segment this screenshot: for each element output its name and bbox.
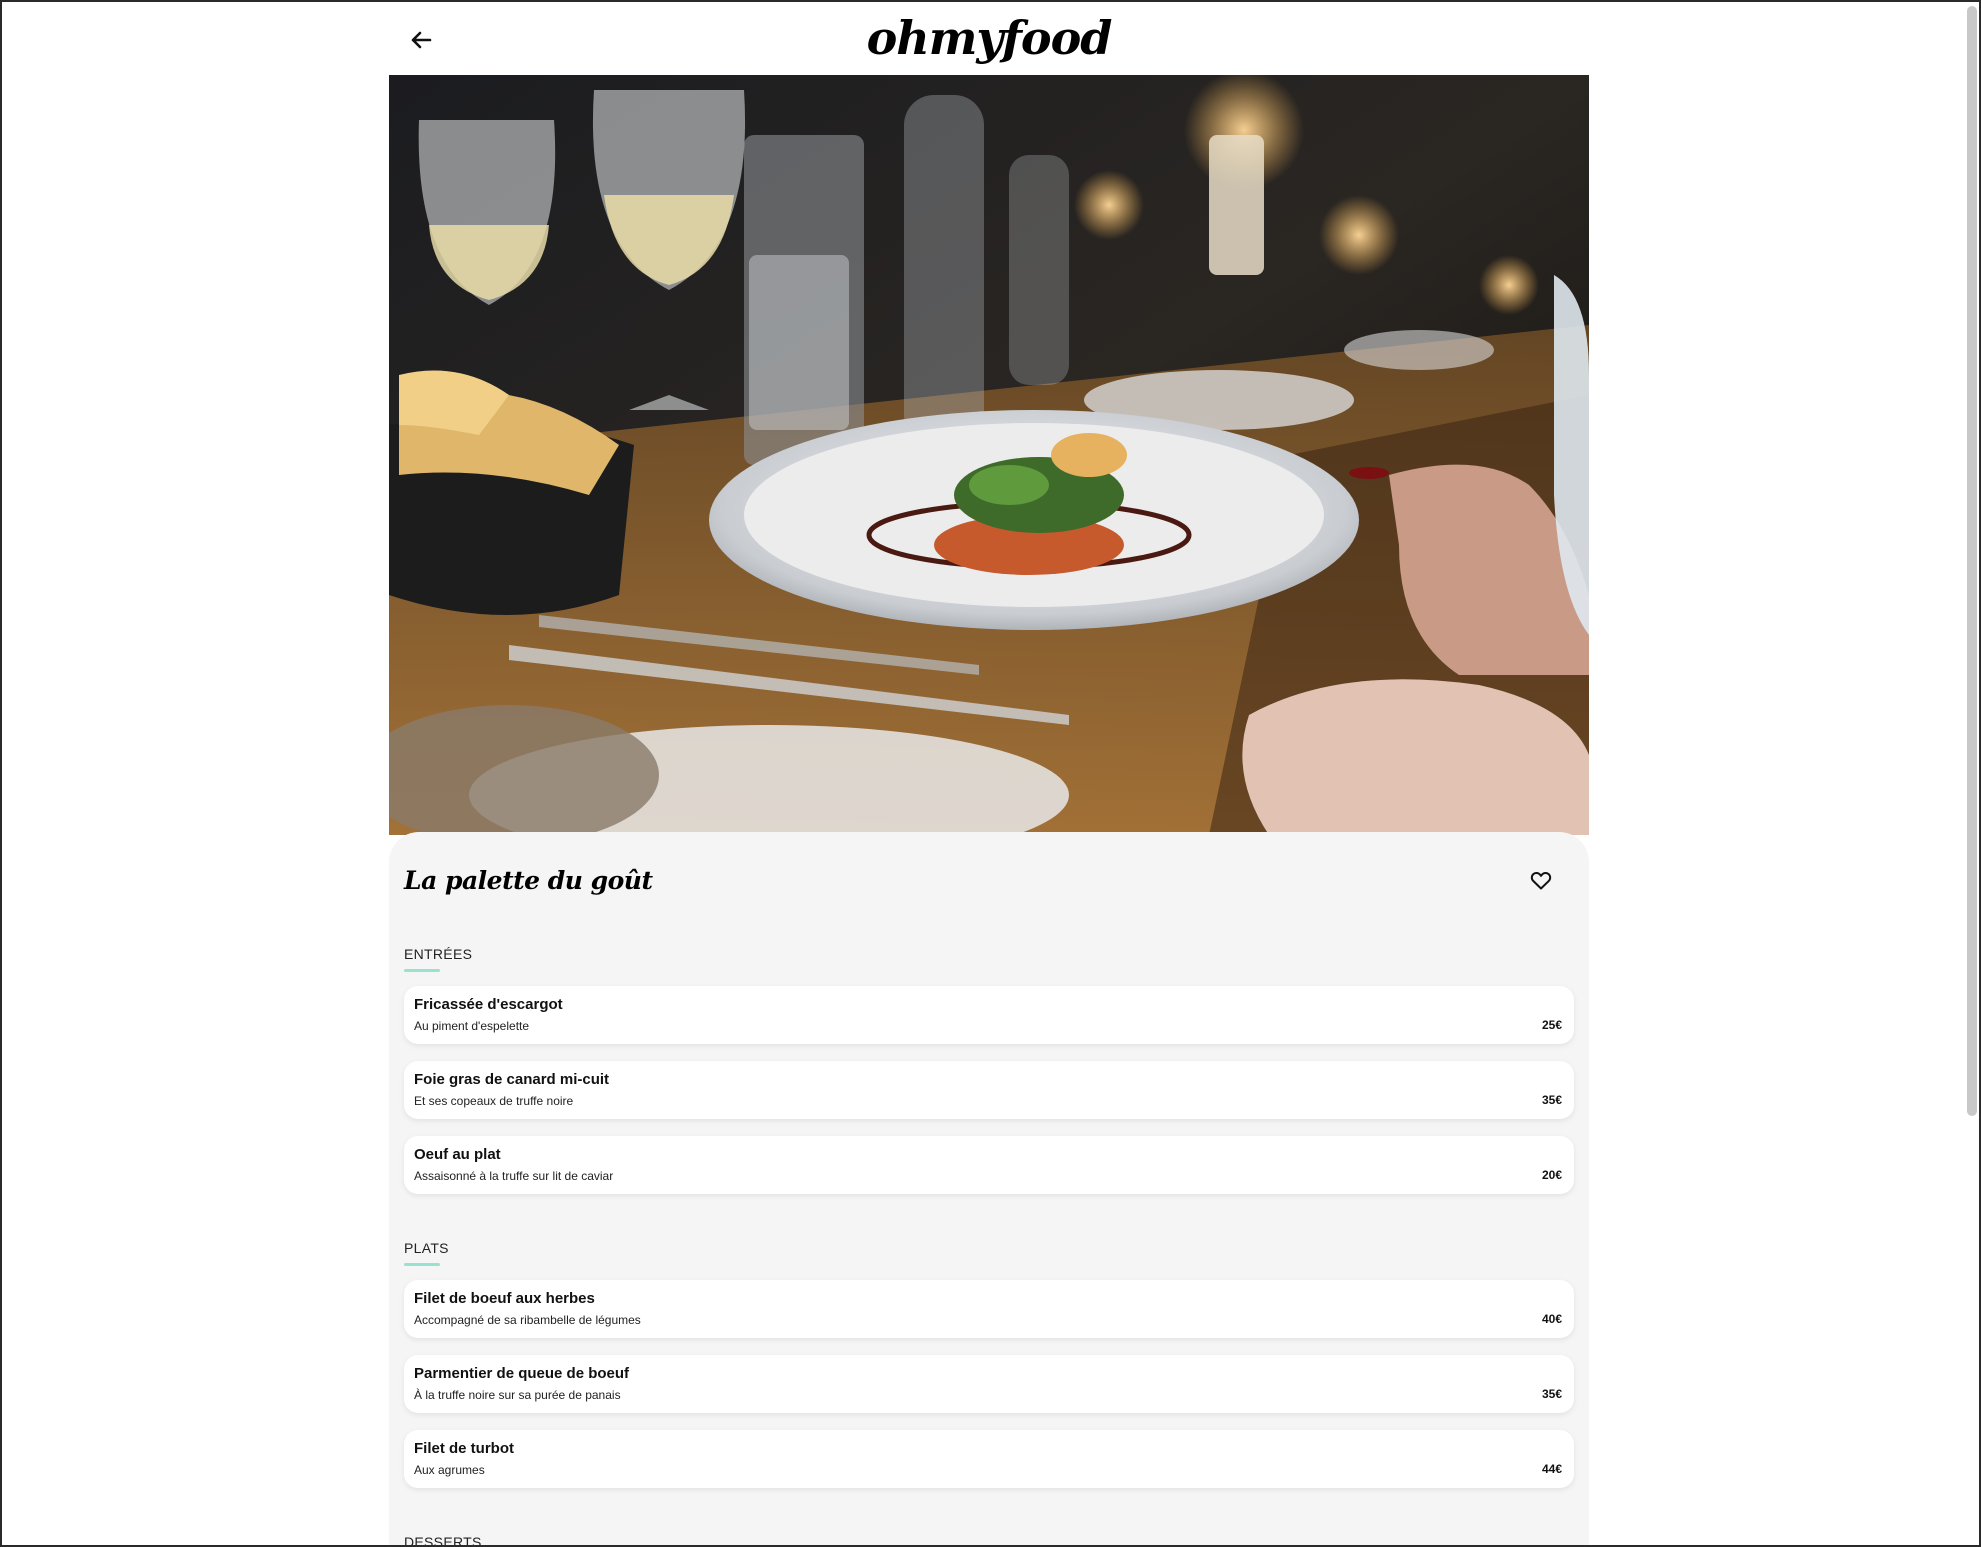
menu-item-name: Oeuf au plat <box>414 1146 501 1163</box>
menu-item[interactable]: Oeuf au plat Assaisonné à la truffe sur … <box>404 1136 1574 1194</box>
scrollbar[interactable] <box>1967 6 1977 1116</box>
page: ohmyfood La palette du goût ENTRÉES Fric… <box>0 0 1981 1547</box>
menu-item-description: Aux agrumes <box>414 1463 485 1477</box>
menu-item-price: 25€ <box>1541 1018 1562 1032</box>
menu-item-price: 40€ <box>1541 1312 1562 1326</box>
menu-item-description: À la truffe noire sur sa purée de panais <box>414 1388 621 1402</box>
menu-item-name: Filet de turbot <box>414 1440 514 1457</box>
section-title-plats: PLATS <box>404 1240 449 1256</box>
heart-outline-icon <box>1530 871 1552 890</box>
menu-item-name: Filet de boeuf aux herbes <box>414 1290 595 1307</box>
menu-item-description: Accompagné de sa ribambelle de légumes <box>414 1313 641 1327</box>
menu-item[interactable]: Filet de turbot Aux agrumes 44€ <box>404 1430 1574 1488</box>
menu-item-price: 20€ <box>1541 1168 1562 1182</box>
menu-panel: La palette du goût ENTRÉES Fricassée d'e… <box>389 832 1589 1547</box>
menu-item-description: Au piment d'espelette <box>414 1019 530 1033</box>
menu-item[interactable]: Parmentier de queue de boeuf À la truffe… <box>404 1355 1574 1413</box>
menu-item-price: 35€ <box>1541 1387 1562 1401</box>
menu-item-price: 35€ <box>1541 1093 1562 1107</box>
hero-image <box>389 75 1589 835</box>
menu-item-name: Foie gras de canard mi-cuit <box>414 1071 610 1088</box>
section-title-desserts: DESSERTS <box>404 1534 482 1547</box>
menu-item-price: 44€ <box>1541 1462 1562 1476</box>
section-underline <box>404 1263 440 1266</box>
menu-item-description: Assaisonné à la truffe sur lit de caviar <box>414 1169 614 1183</box>
logo[interactable]: ohmyfood <box>389 8 1589 68</box>
menu-item[interactable]: Foie gras de canard mi-cuit Et ses copea… <box>404 1061 1574 1119</box>
menu-item[interactable]: Fricassée d'escargot Au piment d'espelet… <box>404 986 1574 1044</box>
restaurant-name: La palette du goût <box>404 866 653 895</box>
section-underline <box>404 969 440 972</box>
favorite-button[interactable] <box>1529 868 1553 892</box>
menu-item-name: Parmentier de queue de boeuf <box>414 1365 630 1382</box>
menu-item-description: Et ses copeaux de truffe noire <box>414 1094 574 1108</box>
restaurant-page: ohmyfood La palette du goût ENTRÉES Fric… <box>389 2 1589 1547</box>
menu-item[interactable]: Filet de boeuf aux herbes Accompagné de … <box>404 1280 1574 1338</box>
header: ohmyfood <box>389 2 1589 75</box>
menu-item-name: Fricassée d'escargot <box>414 996 563 1013</box>
section-title-entrees: ENTRÉES <box>404 946 473 962</box>
